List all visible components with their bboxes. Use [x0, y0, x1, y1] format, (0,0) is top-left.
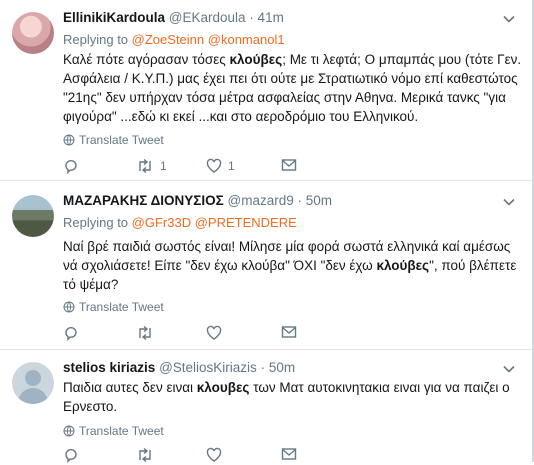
chevron-down-icon[interactable] — [502, 195, 516, 209]
globe-icon — [63, 301, 75, 313]
replying-to: Replying to @GFr33D @PRETENDERE — [63, 215, 297, 230]
reply-button[interactable] — [63, 325, 79, 341]
author-name[interactable]: stelios kiriazis — [63, 360, 155, 375]
translate-tweet-label: Translate Tweet — [79, 133, 164, 147]
default-avatar-icon[interactable] — [12, 362, 54, 404]
highlighted-keyword: κλούβες — [376, 258, 430, 273]
retweet-button[interactable] — [136, 447, 154, 463]
envelope-icon — [281, 448, 297, 460]
mention-link[interactable]: @ZoeSteinn — [132, 32, 204, 47]
translate-tweet-link[interactable]: Translate Tweet — [63, 300, 164, 314]
tweet-text-part: Καλέ πότε αγόρασαν τόσες — [63, 52, 230, 67]
tweet-text: Καλέ πότε αγόρασαν τόσες κλούβες; Με τι … — [63, 50, 525, 126]
reply-button[interactable] — [63, 447, 79, 463]
reply-icon — [65, 327, 77, 341]
avatar[interactable] — [12, 12, 54, 54]
globe-icon — [63, 425, 75, 437]
heart-icon — [206, 158, 222, 173]
reply-button[interactable] — [63, 158, 79, 174]
direct-message-button[interactable] — [281, 325, 297, 339]
author-name[interactable]: ΜΑΖΑΡΑΚΗΣ ΔΙΟΝΥΣΙΟΣ — [63, 193, 224, 208]
replying-to-label: Replying to — [63, 215, 129, 230]
heart-icon — [206, 447, 222, 462]
globe-icon — [63, 134, 75, 146]
mention-link[interactable]: @konmanol1 — [208, 32, 285, 47]
chevron-down-icon[interactable] — [502, 362, 516, 376]
translate-tweet-link[interactable]: Translate Tweet — [63, 133, 164, 147]
translate-tweet-label: Translate Tweet — [79, 300, 164, 314]
tweet-header: stelios kiriazis @SteliosKiriazis · 50m — [63, 360, 295, 375]
retweet-count: 1 — [160, 159, 167, 173]
tweet-actions — [63, 447, 363, 465]
tweet-text: Ναί βρέ παιδιά σωστός είναι! Μίλησε μία … — [63, 237, 525, 294]
tweet-text-part: Παιδια αυτες δεν ειναι — [63, 380, 197, 395]
tweet-timestamp[interactable]: · 50m — [261, 360, 296, 375]
tweet-header: ΜΑΖΑΡΑΚΗΣ ΔΙΟΝΥΣΙΟΣ @mazard9 · 50m — [63, 193, 332, 208]
translate-tweet-link[interactable]: Translate Tweet — [63, 424, 164, 438]
highlighted-keyword: κλούβες — [229, 52, 283, 67]
retweet-button[interactable]: 1 — [136, 158, 167, 174]
tweet-timestamp[interactable]: · 41m — [249, 10, 284, 25]
tweet-2[interactable]: ΜΑΖΑΡΑΚΗΣ ΔΙΟΝΥΣΙΟΣ @mazard9 · 50m Reply… — [0, 181, 534, 347]
heart-icon — [206, 325, 222, 340]
like-count: 1 — [228, 159, 235, 173]
replying-to-label: Replying to — [63, 32, 129, 47]
like-button[interactable] — [206, 447, 222, 463]
like-button[interactable]: 1 — [206, 158, 235, 174]
direct-message-button[interactable] — [281, 158, 297, 172]
retweet-icon — [139, 158, 151, 174]
tweet-actions — [63, 325, 363, 343]
envelope-icon — [281, 326, 297, 338]
tweet-3[interactable]: stelios kiriazis @SteliosKiriazis · 50m … — [0, 350, 534, 465]
mention-link[interactable]: @GFr33D — [132, 215, 191, 230]
author-handle[interactable]: @EKardoula — [169, 10, 246, 25]
highlighted-keyword: κλουβες — [196, 380, 250, 395]
tweet-text: Παιδια αυτες δεν ειναι κλουβες των Ματ α… — [63, 378, 525, 416]
retweet-icon — [139, 447, 151, 463]
reply-icon — [65, 160, 77, 174]
chevron-down-icon[interactable] — [502, 12, 516, 26]
direct-message-button[interactable] — [281, 447, 297, 461]
author-name[interactable]: EllinikiKardoula — [63, 10, 165, 25]
avatar[interactable] — [12, 195, 54, 237]
mention-link[interactable]: @PRETENDERE — [195, 215, 297, 230]
translate-tweet-label: Translate Tweet — [79, 424, 164, 438]
tweet-1[interactable]: EllinikiKardoula @EKardoula · 41m Replyi… — [0, 0, 534, 176]
replying-to: Replying to @ZoeSteinn @konmanol1 — [63, 32, 285, 47]
like-button[interactable] — [206, 325, 222, 341]
author-handle[interactable]: @mazard9 — [228, 193, 294, 208]
tweet-actions: 1 1 — [63, 158, 363, 176]
author-handle[interactable]: @SteliosKiriazis — [159, 360, 257, 375]
tweet-header: EllinikiKardoula @EKardoula · 41m — [63, 10, 284, 25]
retweet-button[interactable] — [136, 325, 154, 341]
retweet-icon — [139, 325, 151, 341]
envelope-icon — [281, 159, 297, 171]
tweet-timestamp[interactable]: · 50m — [298, 193, 333, 208]
reply-icon — [65, 449, 77, 463]
